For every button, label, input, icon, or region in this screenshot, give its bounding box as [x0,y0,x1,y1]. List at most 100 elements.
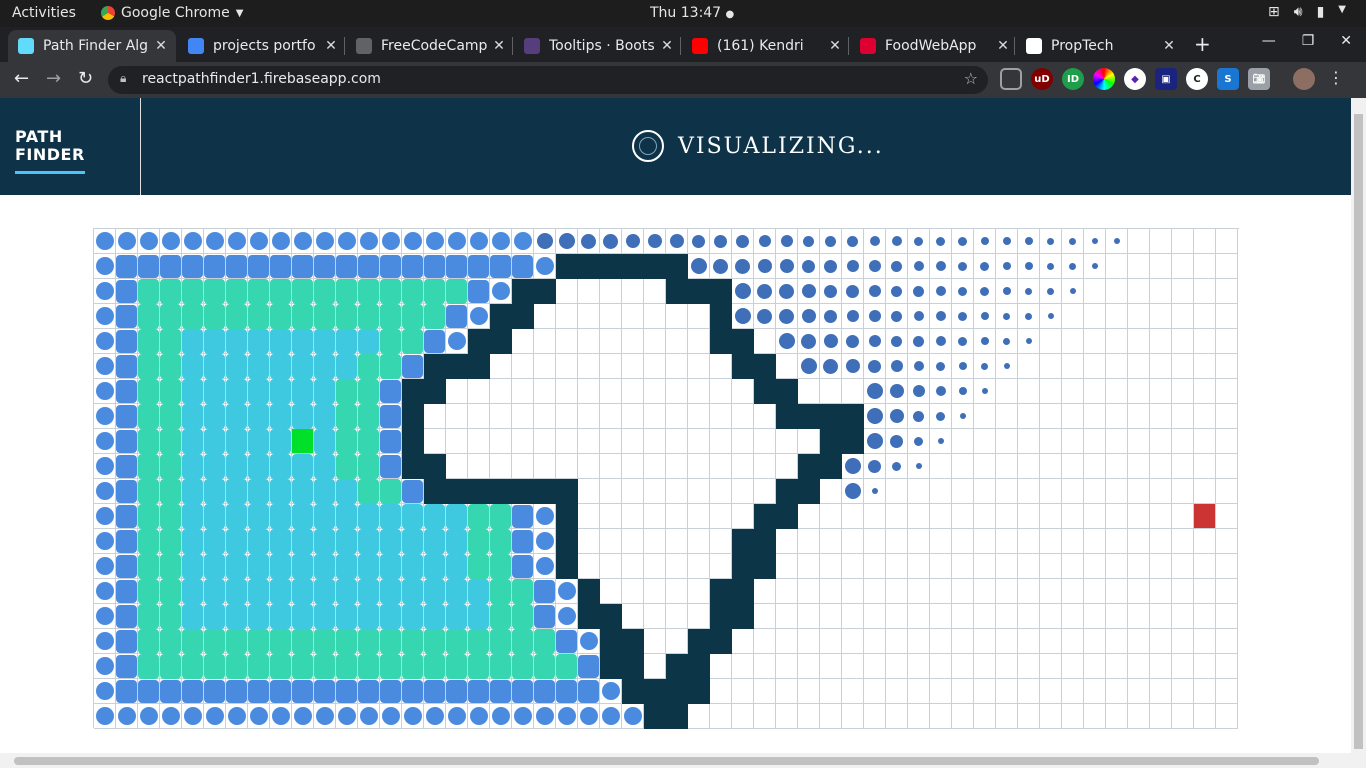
grid-node[interactable] [556,454,578,479]
visited-node[interactable] [94,554,116,579]
visited-node-frontier[interactable] [952,379,974,404]
visited-node[interactable] [182,453,204,479]
visited-node[interactable] [248,328,270,354]
grid-node[interactable] [710,479,732,504]
grid-node[interactable] [1150,654,1172,679]
grid-node[interactable] [1216,279,1238,304]
grid-node[interactable] [1018,604,1040,629]
grid-node[interactable] [1106,554,1128,579]
wall-node[interactable] [732,329,754,354]
s-extension-icon[interactable]: S [1217,68,1239,90]
wall-node[interactable] [754,554,776,579]
grid-node[interactable] [842,504,864,529]
wall-node[interactable] [666,704,688,729]
visited-node[interactable] [490,704,512,729]
grid-node[interactable] [974,429,996,454]
visited-node[interactable] [556,629,578,654]
visited-node[interactable] [358,229,380,254]
visited-node[interactable] [248,603,270,629]
visited-node[interactable] [402,354,424,379]
grid-node[interactable] [556,304,578,329]
visited-node[interactable] [380,679,402,704]
visited-node[interactable] [116,629,138,654]
grid-node[interactable] [468,379,490,404]
visited-node[interactable] [270,428,292,454]
grid-node[interactable] [1106,704,1128,729]
wall-node[interactable] [600,254,622,279]
grid-node[interactable] [1172,229,1194,254]
grid-node[interactable] [1018,679,1040,704]
grid-node[interactable] [644,329,666,354]
grid-node[interactable] [600,429,622,454]
visited-node-frontier[interactable] [996,254,1018,279]
grid-node[interactable] [666,379,688,404]
grid-node[interactable] [556,404,578,429]
grid-node[interactable] [952,479,974,504]
wall-node[interactable] [512,304,534,329]
visited-node[interactable] [204,628,226,654]
visited-node[interactable] [292,328,314,354]
visited-node[interactable] [116,229,138,254]
grid-node[interactable] [600,504,622,529]
visited-node[interactable] [490,503,512,529]
visited-node[interactable] [226,229,248,254]
visited-node[interactable] [380,254,402,279]
visited-node[interactable] [138,378,160,404]
grid-node[interactable] [952,654,974,679]
visited-node[interactable] [490,229,512,254]
visited-node-frontier[interactable] [644,229,666,254]
grid-node[interactable] [1018,654,1040,679]
visited-node[interactable] [160,278,182,304]
grid-node[interactable] [1172,304,1194,329]
visited-node[interactable] [446,278,468,304]
grid-node[interactable] [622,554,644,579]
visited-node-frontier[interactable] [1040,254,1062,279]
visited-node-frontier[interactable] [908,379,930,404]
visited-node[interactable] [182,553,204,579]
visited-node[interactable] [160,229,182,254]
visited-node[interactable] [358,704,380,729]
visited-node[interactable] [116,704,138,729]
wall-node[interactable] [490,479,512,504]
visited-node[interactable] [534,579,556,604]
visited-node[interactable] [512,254,534,279]
grid-node[interactable] [1106,254,1128,279]
grid-node[interactable] [688,579,710,604]
grid-node[interactable] [1216,579,1238,604]
close-window-icon[interactable]: ✕ [1340,33,1352,49]
grid-node[interactable] [1084,479,1106,504]
visited-node-frontier[interactable] [754,229,776,254]
grid-node[interactable] [666,629,688,654]
visited-node[interactable] [94,429,116,454]
visited-node-frontier[interactable] [556,229,578,254]
visited-node[interactable] [314,704,336,729]
visited-node[interactable] [248,254,270,279]
grid-node[interactable] [600,554,622,579]
visited-node[interactable] [182,353,204,379]
grid-node[interactable] [600,354,622,379]
grid-node[interactable] [1062,354,1084,379]
grid-node[interactable] [1194,579,1216,604]
grid-node[interactable] [908,529,930,554]
grid-node[interactable] [600,579,622,604]
grid-node[interactable] [1084,354,1106,379]
visited-node[interactable] [138,328,160,354]
visited-node[interactable] [248,553,270,579]
grid-node[interactable] [1172,579,1194,604]
grid-node[interactable] [1172,429,1194,454]
grid-node[interactable] [864,654,886,679]
grid-node[interactable] [1172,354,1194,379]
grid-node[interactable] [1106,329,1128,354]
grid-node[interactable] [1106,579,1128,604]
grid-node[interactable] [732,404,754,429]
visited-node[interactable] [248,403,270,429]
grid-node[interactable] [1128,304,1150,329]
visited-node[interactable] [402,704,424,729]
visited-node[interactable] [248,478,270,504]
grid-node[interactable] [1216,354,1238,379]
visited-node[interactable] [402,278,424,304]
visited-node[interactable] [446,553,468,579]
grid-node[interactable] [490,379,512,404]
grid-node[interactable] [1018,379,1040,404]
grid-node[interactable] [688,454,710,479]
